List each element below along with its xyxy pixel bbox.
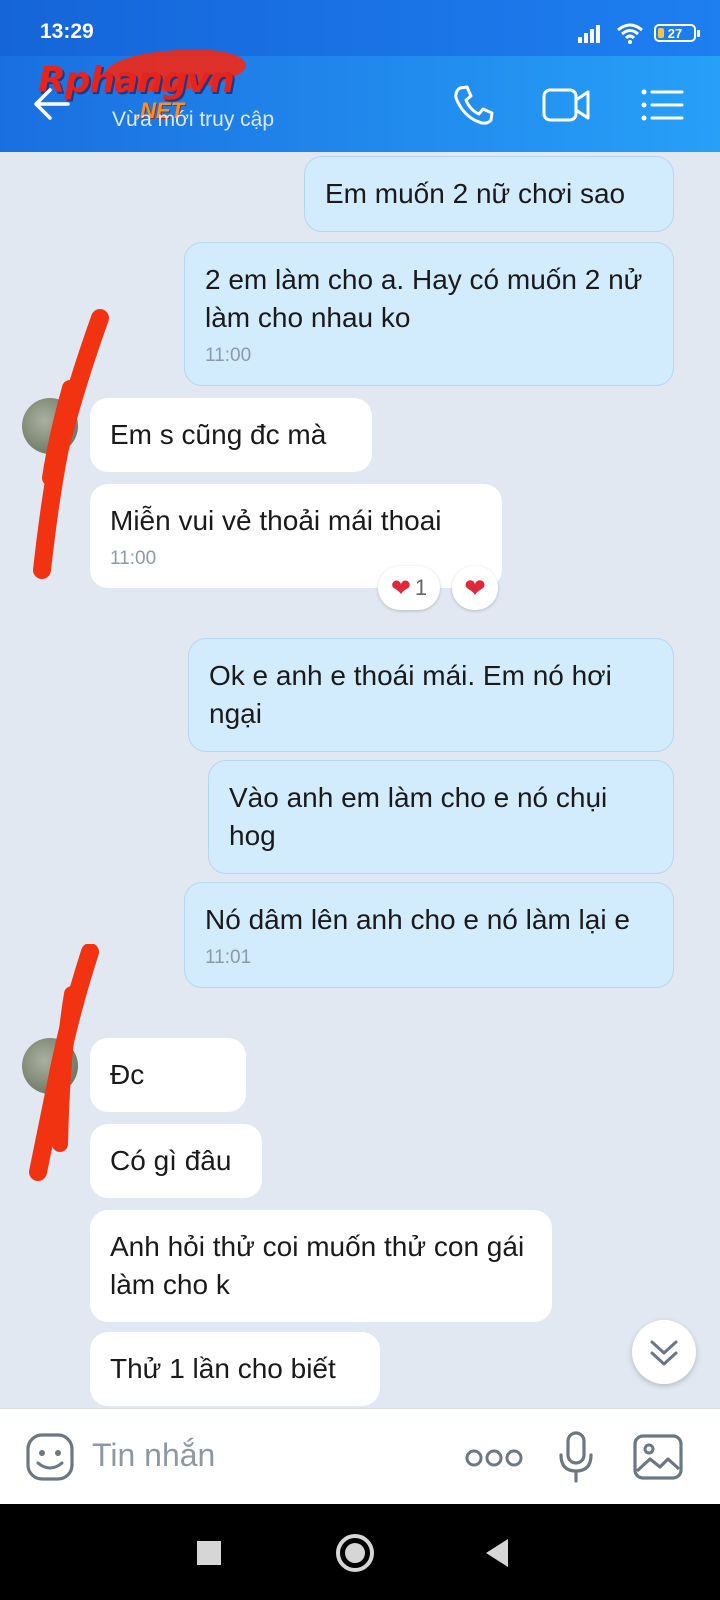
- message-bubble-received[interactable]: Thử 1 lần cho biết: [90, 1332, 380, 1406]
- recents-icon[interactable]: [194, 1538, 224, 1568]
- heart-icon: ❤: [464, 572, 486, 603]
- chevrons-down-icon: [650, 1340, 678, 1366]
- status-icons: 27: [578, 22, 700, 44]
- message-bubble-sent[interactable]: Ok e anh e thoái mái. Em nó hơi ngại: [188, 638, 674, 752]
- message-bubble-received[interactable]: Miễn vui vẻ thoải mái thoai 11:00: [90, 484, 502, 588]
- message-bubble-received[interactable]: Có gì đâu: [90, 1124, 262, 1198]
- phone-icon[interactable]: [446, 78, 500, 132]
- message-bubble-received[interactable]: Em s cũng đc mà: [90, 398, 372, 472]
- reaction-count-badge[interactable]: ❤ 1: [378, 566, 440, 610]
- status-time: 13:29: [40, 20, 94, 43]
- redaction-scribble: [33, 309, 109, 579]
- back-nav-icon[interactable]: [482, 1536, 512, 1570]
- microphone-icon[interactable]: [556, 1429, 596, 1485]
- message-text: Có gì đâu: [110, 1145, 232, 1176]
- list-menu-icon[interactable]: [636, 78, 690, 132]
- message-text: Em muốn 2 nữ chơi sao: [325, 178, 626, 209]
- back-arrow-icon[interactable]: [30, 80, 78, 128]
- chat-header: Rphangvn .NET Vừa mới truy cập: [0, 42, 720, 152]
- battery-icon: 27: [654, 24, 700, 42]
- message-bubble-sent[interactable]: Vào anh em làm cho e nó chụi hog: [208, 760, 674, 874]
- reaction-count: 1: [414, 575, 428, 600]
- status-bar: 13:29 27: [0, 0, 720, 56]
- video-call-icon[interactable]: [540, 78, 594, 132]
- message-bubble-received[interactable]: Anh hỏi thử coi muốn thử con gái làm cho…: [90, 1210, 552, 1322]
- scroll-to-bottom-button[interactable]: [632, 1320, 696, 1384]
- message-bubble-received[interactable]: Đc: [90, 1038, 246, 1112]
- message-bubble-sent[interactable]: 2 em làm cho a. Hay có muốn 2 nử làm cho…: [184, 242, 674, 386]
- message-text: Miễn vui vẻ thoải mái thoai: [110, 505, 442, 536]
- sticker-icon[interactable]: [24, 1431, 76, 1483]
- message-text: Anh hỏi thử coi muốn thử con gái làm cho…: [110, 1231, 525, 1300]
- message-time: 11:00: [205, 345, 252, 366]
- contact-status: Vừa mới truy cập: [112, 108, 275, 131]
- message-input[interactable]: Tin nhắn: [92, 1437, 215, 1474]
- image-icon[interactable]: [632, 1433, 684, 1481]
- chat-list[interactable]: Em muốn 2 nữ chơi sao 2 em làm cho a. Ha…: [0, 152, 720, 1408]
- signal-icon: [578, 25, 600, 43]
- message-text: Thử 1 lần cho biết: [110, 1353, 336, 1384]
- heart-icon: ❤: [390, 574, 411, 602]
- redaction-scribble: [29, 944, 99, 1181]
- message-text: Đc: [110, 1059, 145, 1090]
- battery-level: 27: [667, 25, 683, 41]
- message-bubble-sent[interactable]: Em muốn 2 nữ chơi sao: [304, 156, 674, 232]
- message-text: Em s cũng đc mà: [110, 419, 327, 450]
- wifi-icon: [617, 23, 643, 44]
- message-bubble-sent[interactable]: Nó dâm lên anh cho e nó làm lại e 11:01: [184, 882, 674, 988]
- message-composer: Tin nhắn: [0, 1408, 720, 1505]
- message-text: Ok e anh e thoái mái. Em nó hơi ngại: [209, 660, 612, 729]
- message-text: Nó dâm lên anh cho e nó làm lại e: [205, 904, 630, 935]
- more-dots-icon[interactable]: [464, 1443, 524, 1473]
- message-text: 2 em làm cho a. Hay có muốn 2 nử làm cho…: [205, 264, 643, 333]
- system-nav-bar: [0, 1504, 720, 1600]
- react-button[interactable]: ❤: [452, 566, 498, 610]
- message-time: 11:01: [205, 947, 252, 968]
- home-icon[interactable]: [334, 1532, 376, 1574]
- message-text: Vào anh em làm cho e nó chụi hog: [229, 782, 608, 851]
